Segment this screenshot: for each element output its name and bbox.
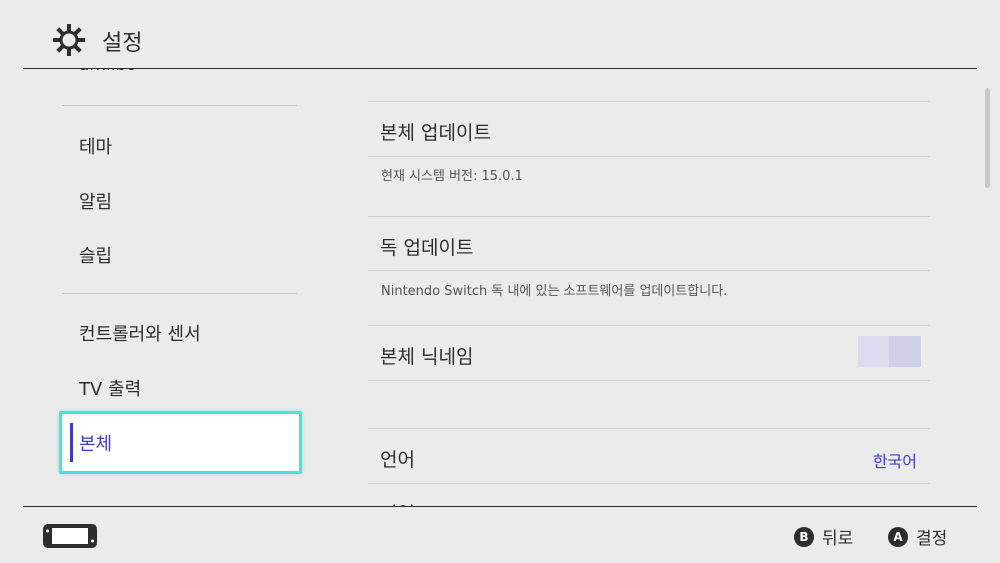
sidebar-item-notifications[interactable]: 알림 (79, 188, 112, 214)
page-title: 설정 (102, 31, 143, 56)
scrollbar[interactable] (985, 88, 990, 188)
ok-button[interactable]: A 결정 (888, 524, 947, 549)
sidebar-item-sleep[interactable]: 슬립 (79, 242, 112, 268)
header-bar: 설정 (0, 0, 1000, 68)
row-divider (368, 270, 930, 271)
system-version-text: 현재 시스템 버전: 15.0.1 (381, 169, 523, 184)
settings-sidebar: amiibo 테마 알림 슬립 컨트롤러와 센서 TV 출력 본체 (0, 69, 320, 506)
b-button-icon: B (794, 526, 814, 547)
row-divider (368, 325, 930, 326)
footer-bar: B 뒤로 A 결정 (0, 507, 1000, 563)
a-button-icon: A (888, 526, 908, 547)
row-divider (368, 428, 930, 429)
dock-update-description: Nintendo Switch 독 내에 있는 소프트웨어를 업데이트합니다. (381, 284, 728, 299)
settings-content: 본체 업데이트 현재 시스템 버전: 15.0.1 독 업데이트 Nintend… (320, 69, 980, 506)
row-divider (368, 483, 930, 484)
selection-indicator (70, 423, 73, 462)
dock-update-row[interactable]: 독 업데이트 (380, 233, 473, 260)
gear-icon (53, 24, 85, 56)
sidebar-item-controllers-sensors[interactable]: 컨트롤러와 센서 (79, 320, 201, 346)
ok-label: 결정 (916, 529, 948, 549)
nickname-value-redacted (858, 336, 921, 367)
sidebar-item-tv-output[interactable]: TV 출력 (79, 375, 141, 401)
handheld-console-icon (43, 524, 97, 548)
sidebar-item-label: 본체 (79, 434, 113, 455)
sidebar-divider (62, 105, 297, 106)
sidebar-item-themes[interactable]: 테마 (79, 133, 112, 159)
row-divider (368, 156, 930, 157)
console-nickname-row[interactable]: 본체 닉네임 (380, 342, 473, 369)
row-divider (368, 101, 930, 102)
row-divider (368, 380, 930, 381)
back-button[interactable]: B 뒤로 (794, 524, 853, 549)
language-value: 한국어 (872, 452, 917, 471)
region-row[interactable]: 지역 (380, 499, 415, 506)
row-divider (368, 216, 930, 217)
language-row[interactable]: 언어 (380, 445, 415, 472)
sidebar-item-amiibo[interactable]: amiibo (79, 69, 137, 75)
system-update-row[interactable]: 본체 업데이트 (380, 118, 491, 145)
sidebar-item-system[interactable]: 본체 (59, 411, 302, 474)
back-label: 뒤로 (822, 529, 854, 549)
sidebar-divider (62, 293, 297, 294)
